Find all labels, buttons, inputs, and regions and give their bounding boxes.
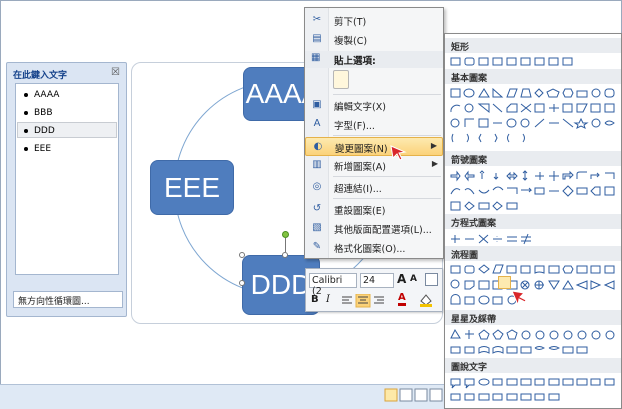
shrink-font-button[interactable]: A bbox=[410, 274, 417, 284]
resize-handle[interactable] bbox=[239, 252, 245, 258]
menu-separator bbox=[333, 176, 441, 177]
scissors-icon: ✂ bbox=[312, 14, 322, 25]
submenu-arrow-icon: ▶ bbox=[430, 141, 437, 150]
format-painter-icon[interactable] bbox=[425, 273, 438, 286]
format-shape-icon: ✎ bbox=[312, 241, 322, 252]
menu-item-edit-text[interactable]: ▣ 編輯文字(X) bbox=[305, 96, 443, 115]
menu-item-copy[interactable]: ▤ 複製(C) bbox=[305, 30, 443, 49]
reset-icon: ↺ bbox=[312, 203, 322, 214]
list-item[interactable]: EEE bbox=[24, 144, 51, 154]
menu-separator bbox=[333, 94, 441, 95]
view-buttons[interactable] bbox=[383, 386, 443, 404]
resize-handle[interactable] bbox=[239, 280, 245, 286]
rotation-stem bbox=[285, 238, 286, 252]
cursor-arrow-icon bbox=[511, 290, 527, 307]
list-item[interactable]: AAAA bbox=[24, 90, 59, 100]
menu-item-change-shape[interactable]: ◐ 變更圖案(N) ▶ bbox=[305, 137, 443, 156]
menu-item-layout-options[interactable]: ▧ 其他版面配置選項(L)... bbox=[305, 219, 443, 238]
rotation-handle[interactable] bbox=[282, 231, 289, 238]
text-pane: 在此鍵入文字 ☒ AAAA BBB DDD EEE 無方向性循環圖... bbox=[6, 62, 127, 317]
view-icons bbox=[384, 388, 443, 402]
font-color-button[interactable]: A bbox=[398, 292, 406, 306]
status-bar bbox=[0, 384, 444, 409]
layout-options-icon: ▧ bbox=[312, 222, 322, 233]
edit-text-icon: ▣ bbox=[312, 99, 322, 110]
shape-icons[interactable] bbox=[449, 34, 621, 409]
font-name-input[interactable]: Calibri (2 bbox=[309, 273, 357, 297]
node-eee[interactable]: EEE bbox=[150, 160, 234, 215]
menu-item-hyperlink[interactable]: ◎ 超連結(I)... bbox=[305, 178, 443, 197]
context-menu: ✂ 剪下(T) ▤ 複製(C) 貼上選項: ▦ ▣ 編輯文字(X) A 字型(F)...… bbox=[304, 7, 444, 259]
cursor-arrow-icon bbox=[390, 145, 407, 161]
paste-options-header: 貼上選項: bbox=[305, 51, 443, 68]
mini-toolbar: Calibri (2 24 A A B I A bbox=[305, 268, 443, 312]
add-shape-icon: ▥ bbox=[312, 159, 322, 170]
list-item[interactable]: DDD bbox=[24, 126, 55, 136]
close-icon[interactable]: ☒ bbox=[111, 67, 120, 78]
submenu-arrow-icon: ▶ bbox=[431, 159, 438, 168]
menu-separator bbox=[333, 135, 441, 136]
resize-handle[interactable] bbox=[282, 252, 288, 258]
menu-item-cut[interactable]: ✂ 剪下(T) bbox=[305, 11, 443, 30]
copy-icon: ▤ bbox=[312, 33, 322, 44]
menu-separator bbox=[333, 198, 441, 199]
grow-font-button[interactable]: A bbox=[397, 272, 406, 286]
list-item[interactable]: BBB bbox=[24, 108, 53, 118]
text-pane-list[interactable]: AAAA BBB DDD EEE bbox=[15, 83, 119, 275]
bold-button[interactable]: B bbox=[311, 294, 319, 305]
italic-button[interactable]: I bbox=[326, 294, 330, 305]
font-icon: A bbox=[313, 118, 321, 129]
menu-item-add-shape[interactable]: ▥ 新增圖案(A) ▶ bbox=[305, 156, 443, 175]
text-pane-title: 在此鍵入文字 bbox=[13, 71, 68, 81]
shapes-gallery: 矩形 基本圖案 箭號圖案 方程式圖案 流程圖 星星及綵帶 圖說文字 bbox=[444, 33, 622, 409]
paste-icon: ▦ bbox=[311, 52, 321, 63]
menu-item-font[interactable]: A 字型(F)... bbox=[305, 115, 443, 134]
menu-item-format-shape[interactable]: ✎ 格式化圖案(O)... bbox=[305, 238, 443, 257]
align-buttons-icon[interactable] bbox=[340, 294, 400, 308]
font-size-input[interactable]: 24 bbox=[360, 273, 394, 288]
menu-item-reset-shape[interactable]: ↺ 重設圖案(E) bbox=[305, 200, 443, 219]
paste-keep-text-icon[interactable] bbox=[333, 70, 349, 89]
layout-name-link[interactable]: 無方向性循環圖... bbox=[13, 291, 123, 308]
change-shape-icon: ◐ bbox=[313, 141, 323, 152]
fill-color-icon[interactable] bbox=[418, 293, 440, 307]
hyperlink-icon: ◎ bbox=[312, 181, 322, 192]
